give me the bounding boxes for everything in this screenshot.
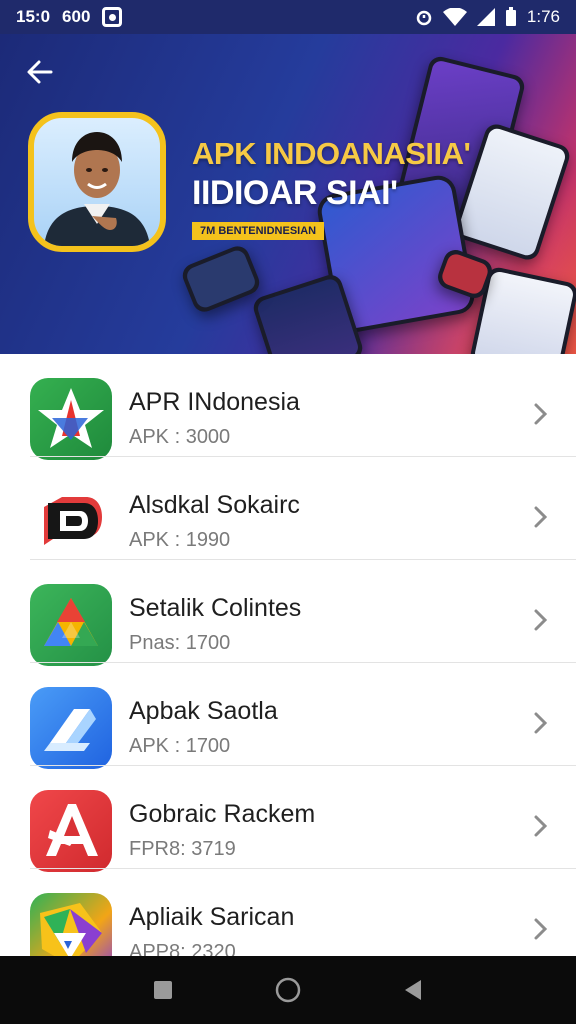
app-name: Alsdkal Sokairc	[129, 491, 300, 519]
square-icon	[153, 981, 172, 999]
chevron-right-icon	[534, 712, 548, 734]
notification-icon	[102, 7, 123, 27]
star-a-icon	[30, 378, 112, 460]
app-meta: FPR8: 3719	[129, 838, 236, 860]
status-time: 15:0	[16, 7, 51, 26]
app-meta: APK : 1700	[129, 735, 231, 757]
blue-arrow-icon	[30, 687, 112, 769]
triangle-drive-icon	[30, 584, 112, 666]
alarm-icon	[416, 10, 432, 26]
status-extra: 600	[62, 7, 91, 26]
chevron-right-icon	[534, 918, 548, 940]
hero-banner: APK INDOANASIIA' IIDIOAR SIAI' 7M BENTEN…	[0, 34, 576, 354]
chevron-right-icon	[534, 815, 548, 837]
d-logo-icon	[30, 481, 112, 563]
banner-title: APK INDOANASIIA'	[192, 136, 471, 171]
phone-image	[179, 242, 263, 316]
colorful-a-icon	[30, 893, 112, 956]
wifi-icon	[442, 8, 467, 26]
list-item[interactable]: Alsdkal Sokairc APK : 1990	[0, 457, 576, 563]
chevron-right-icon	[534, 506, 548, 528]
battery-icon	[505, 7, 516, 26]
avatar	[28, 112, 166, 252]
app-meta: Pnas: 1700	[129, 632, 231, 654]
triangle-back-icon	[405, 980, 422, 1000]
app-name: Apliaik Sarican	[129, 903, 295, 931]
navigation-bar	[0, 956, 576, 1024]
app-meta: APK : 1990	[129, 529, 231, 551]
circle-icon	[275, 977, 301, 1003]
status-bar: 15:0 600 1:76	[0, 0, 576, 34]
banner-tagline: 7M BENTENIDNESIAN	[192, 222, 325, 240]
list-item[interactable]: APR INdonesia APK : 3000	[0, 354, 576, 460]
home-button[interactable]	[268, 970, 308, 1010]
red-a-icon	[30, 790, 112, 872]
list-item[interactable]: Apliaik Sarican APP8: 2320	[0, 869, 576, 956]
app-meta: APP8: 2320	[129, 941, 236, 956]
status-battery-level: 1:76	[526, 7, 560, 26]
app-name: Apbak Saotla	[129, 697, 278, 725]
chevron-right-icon	[534, 609, 548, 631]
list-item[interactable]: Gobraic Rackem FPR8: 3719	[0, 766, 576, 872]
chevron-right-icon	[534, 403, 548, 425]
list-item[interactable]: Setalik Colintes Pnas: 1700	[0, 560, 576, 666]
recents-button[interactable]	[143, 970, 183, 1010]
banner-subtitle: IIDIOAR SIAI'	[192, 174, 398, 212]
app-name: Gobraic Rackem	[129, 800, 316, 828]
signal-icon	[476, 8, 495, 26]
app-name: Setalik Colintes	[129, 594, 302, 622]
app-name: APR INdonesia	[129, 388, 300, 416]
list-item[interactable]: Apbak Saotla APK : 1700	[0, 663, 576, 769]
app-meta: APK : 3000	[129, 426, 231, 448]
app-list: APR INdonesia APK : 3000 Alsdkal Sokairc…	[0, 354, 576, 956]
back-nav-button[interactable]	[393, 970, 433, 1010]
arrow-left-icon	[27, 60, 53, 84]
back-button[interactable]	[20, 52, 60, 92]
